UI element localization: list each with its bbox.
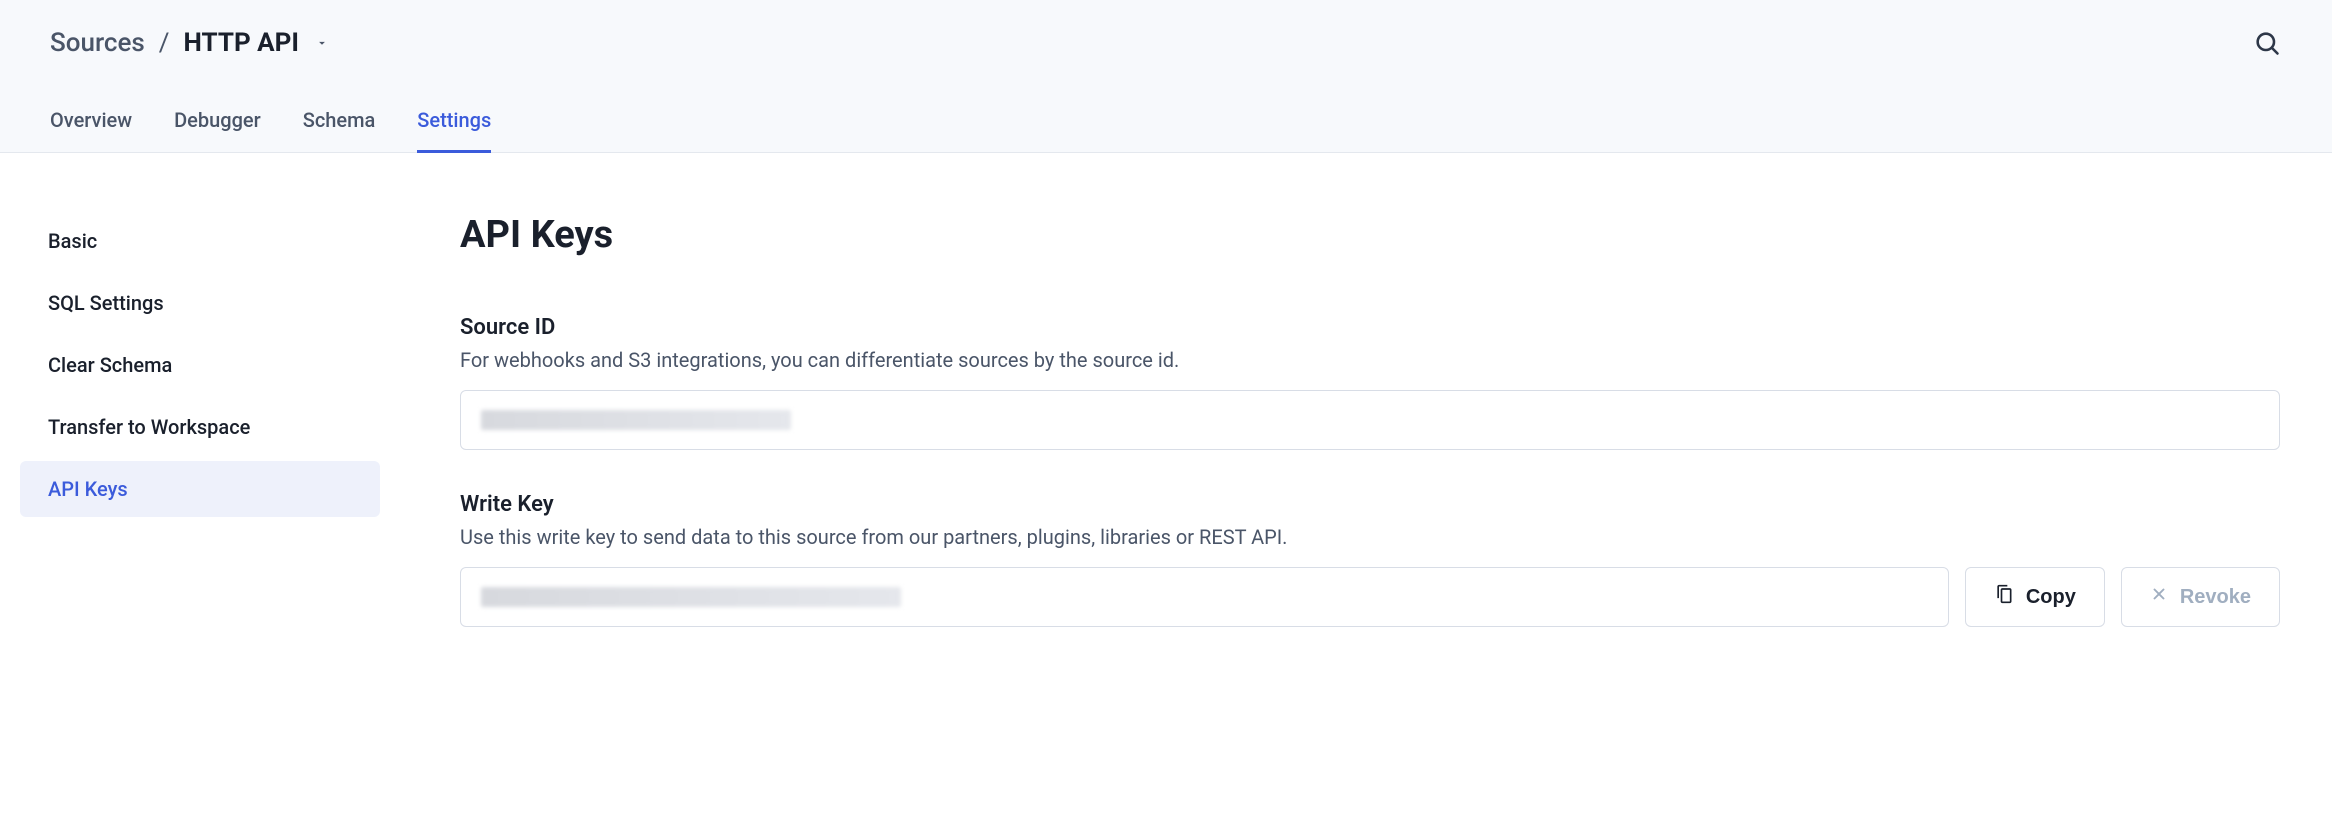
revoke-button[interactable]: Revoke xyxy=(2121,567,2280,627)
write-key-field[interactable] xyxy=(460,567,1949,627)
main: API Keys Source ID For webhooks and S3 i… xyxy=(460,213,2280,669)
write-key-description: Use this write key to send data to this … xyxy=(460,525,2280,549)
breadcrumb: Sources / HTTP API xyxy=(50,28,329,58)
topbar: Sources / HTTP API Overview Debugger Sch… xyxy=(0,0,2332,153)
tab-overview[interactable]: Overview xyxy=(50,98,132,153)
page-title: API Keys xyxy=(460,213,2280,257)
revoke-button-label: Revoke xyxy=(2180,586,2251,609)
source-id-field[interactable] xyxy=(460,390,2280,450)
breadcrumb-current[interactable]: HTTP API xyxy=(184,28,299,58)
tab-settings[interactable]: Settings xyxy=(417,98,491,153)
sidebar-item-clear-schema[interactable]: Clear Schema xyxy=(20,337,380,393)
copy-button-label: Copy xyxy=(2026,586,2076,609)
source-id-title: Source ID xyxy=(460,315,2280,340)
breadcrumb-separator: / xyxy=(159,28,170,58)
redacted-value xyxy=(481,587,901,607)
copy-button[interactable]: Copy xyxy=(1965,567,2105,627)
sidebar-item-sql-settings[interactable]: SQL Settings xyxy=(20,275,380,331)
settings-sidebar: Basic SQL Settings Clear Schema Transfer… xyxy=(20,213,380,669)
content: Basic SQL Settings Clear Schema Transfer… xyxy=(0,153,2332,679)
close-icon xyxy=(2150,585,2168,609)
section-source-id: Source ID For webhooks and S3 integratio… xyxy=(460,315,2280,450)
sidebar-item-transfer[interactable]: Transfer to Workspace xyxy=(20,399,380,455)
redacted-value xyxy=(481,410,791,430)
search-icon[interactable] xyxy=(2252,28,2282,58)
breadcrumb-row: Sources / HTTP API xyxy=(50,28,2282,58)
clipboard-icon xyxy=(1994,584,2014,610)
sidebar-item-basic[interactable]: Basic xyxy=(20,213,380,269)
source-id-description: For webhooks and S3 integrations, you ca… xyxy=(460,348,2280,372)
chevron-down-icon[interactable] xyxy=(315,36,329,50)
section-write-key: Write Key Use this write key to send dat… xyxy=(460,492,2280,627)
tab-schema[interactable]: Schema xyxy=(303,98,376,153)
sidebar-item-api-keys[interactable]: API Keys xyxy=(20,461,380,517)
tabs: Overview Debugger Schema Settings xyxy=(50,98,2282,152)
breadcrumb-parent[interactable]: Sources xyxy=(50,28,145,58)
write-key-title: Write Key xyxy=(460,492,2280,517)
tab-debugger[interactable]: Debugger xyxy=(174,98,261,153)
